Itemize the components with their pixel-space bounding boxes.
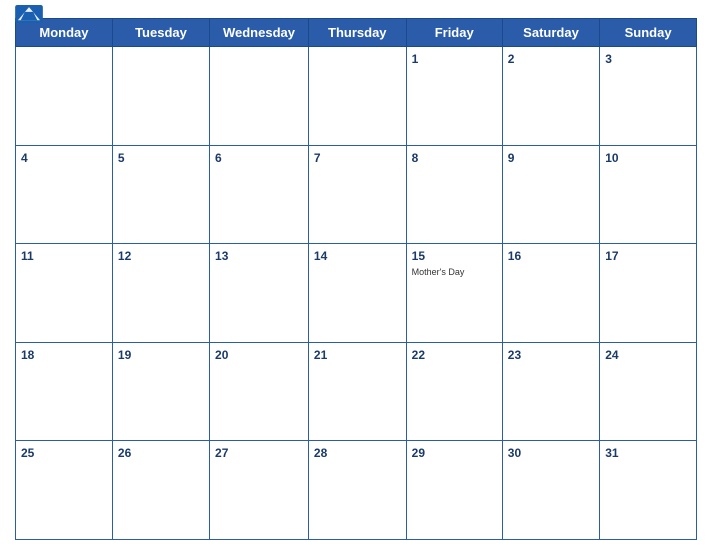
calendar-cell: 8 [406, 145, 502, 244]
day-number: 20 [215, 348, 228, 362]
calendar-cell: 19 [112, 342, 209, 441]
day-number: 22 [412, 348, 425, 362]
event-label: Mother's Day [412, 267, 497, 277]
calendar-cell: 13 [210, 244, 309, 343]
weekday-header-thursday: Thursday [308, 19, 406, 47]
calendar-cell: 11 [16, 244, 113, 343]
day-number: 11 [21, 249, 34, 263]
day-number: 1 [412, 52, 419, 66]
calendar-cell: 4 [16, 145, 113, 244]
calendar-week-3: 11 12 13 14 15 Mother's Day 16 17 [16, 244, 697, 343]
day-number: 29 [412, 446, 425, 460]
weekday-header-wednesday: Wednesday [210, 19, 309, 47]
calendar-cell: 29 [406, 441, 502, 540]
calendar-week-5: 25 26 27 28 29 30 31 [16, 441, 697, 540]
day-number: 27 [215, 446, 228, 460]
calendar-week-4: 18 19 20 21 22 23 24 [16, 342, 697, 441]
calendar-cell: 14 [308, 244, 406, 343]
day-number: 13 [215, 249, 228, 263]
calendar-cell: 1 [406, 47, 502, 146]
day-number: 3 [605, 52, 612, 66]
day-number: 17 [605, 249, 618, 263]
calendar-cell: 20 [210, 342, 309, 441]
day-number: 2 [508, 52, 515, 66]
calendar-cell: 18 [16, 342, 113, 441]
day-number: 9 [508, 151, 515, 165]
calendar-cell: 21 [308, 342, 406, 441]
day-number: 6 [215, 151, 222, 165]
day-number: 10 [605, 151, 618, 165]
calendar-cell: 5 [112, 145, 209, 244]
calendar-cell [112, 47, 209, 146]
calendar-cell: 7 [308, 145, 406, 244]
calendar-cell: 12 [112, 244, 209, 343]
weekday-header-tuesday: Tuesday [112, 19, 209, 47]
calendar-cell: 24 [600, 342, 697, 441]
day-number: 25 [21, 446, 34, 460]
calendar-cell: 28 [308, 441, 406, 540]
weekday-header-saturday: Saturday [502, 19, 599, 47]
calendar-cell: 16 [502, 244, 599, 343]
calendar-cell: 31 [600, 441, 697, 540]
calendar-cell: 15 Mother's Day [406, 244, 502, 343]
calendar-cell [16, 47, 113, 146]
day-number: 31 [605, 446, 618, 460]
calendar-week-1: 1 2 3 [16, 47, 697, 146]
calendar-cell: 10 [600, 145, 697, 244]
logo [15, 5, 43, 24]
day-number: 14 [314, 249, 327, 263]
day-number: 30 [508, 446, 521, 460]
day-number: 23 [508, 348, 521, 362]
day-number: 16 [508, 249, 521, 263]
calendar-cell: 2 [502, 47, 599, 146]
calendar-cell: 22 [406, 342, 502, 441]
day-number: 12 [118, 249, 131, 263]
calendar-cell: 6 [210, 145, 309, 244]
calendar-cell: 26 [112, 441, 209, 540]
day-number: 21 [314, 348, 327, 362]
calendar-cell: 23 [502, 342, 599, 441]
calendar-cell: 17 [600, 244, 697, 343]
weekday-header-row: MondayTuesdayWednesdayThursdayFridaySatu… [16, 19, 697, 47]
calendar-cell: 3 [600, 47, 697, 146]
day-number: 26 [118, 446, 131, 460]
day-number: 7 [314, 151, 321, 165]
calendar-cell: 9 [502, 145, 599, 244]
calendar-cell: 25 [16, 441, 113, 540]
day-number: 24 [605, 348, 618, 362]
calendar-week-2: 4 5 6 7 8 9 10 [16, 145, 697, 244]
day-number: 28 [314, 446, 327, 460]
day-number: 4 [21, 151, 28, 165]
calendar-table: MondayTuesdayWednesdayThursdayFridaySatu… [15, 18, 697, 540]
logo-icon [15, 5, 43, 23]
weekday-header-friday: Friday [406, 19, 502, 47]
calendar-cell [210, 47, 309, 146]
calendar-cell [308, 47, 406, 146]
weekday-header-sunday: Sunday [600, 19, 697, 47]
calendar-cell: 27 [210, 441, 309, 540]
day-number: 18 [21, 348, 34, 362]
day-number: 8 [412, 151, 419, 165]
day-number: 5 [118, 151, 125, 165]
day-number: 19 [118, 348, 131, 362]
calendar-cell: 30 [502, 441, 599, 540]
day-number: 15 [412, 249, 425, 263]
